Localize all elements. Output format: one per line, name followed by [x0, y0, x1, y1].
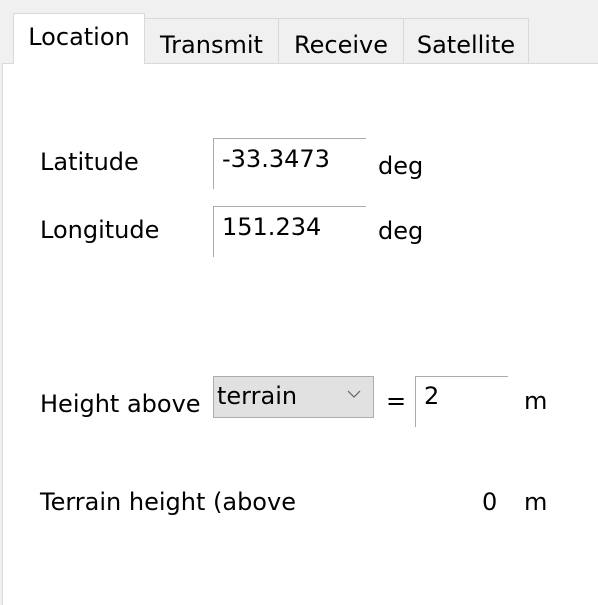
tab-bar: Location Transmit Receive Satellite: [0, 0, 598, 64]
tab-receive-label: Receive: [294, 30, 388, 59]
height-value-input[interactable]: 2: [415, 376, 508, 427]
latitude-label: Latitude: [40, 148, 139, 176]
height-above-label: Height above: [40, 390, 201, 418]
height-unit: m: [524, 387, 548, 415]
longitude-unit: deg: [378, 217, 424, 245]
tab-receive[interactable]: Receive: [278, 18, 404, 64]
height-reference-value: terrain: [217, 382, 298, 410]
tab-satellite[interactable]: Satellite: [403, 18, 529, 64]
tab-transmit[interactable]: Transmit: [144, 18, 279, 64]
tab-transmit-label: Transmit: [160, 30, 263, 59]
latitude-value: -33.3473: [222, 145, 330, 173]
latitude-unit: deg: [378, 152, 424, 180]
terrain-height-label: Terrain height (above: [40, 488, 296, 516]
tab-location[interactable]: Location: [13, 13, 145, 64]
terrain-height-value: 0: [482, 488, 498, 516]
latitude-input[interactable]: -33.3473: [213, 138, 366, 189]
height-value: 2: [424, 382, 440, 410]
tab-location-label: Location: [28, 23, 130, 51]
height-reference-dropdown[interactable]: terrain: [213, 376, 374, 418]
tab-satellite-label: Satellite: [416, 30, 516, 59]
terrain-height-unit: m: [524, 488, 548, 516]
longitude-input[interactable]: 151.234: [213, 206, 366, 257]
longitude-label: Longitude: [40, 216, 160, 244]
equals-sign: =: [386, 387, 407, 415]
chevron-down-icon: [347, 390, 361, 398]
longitude-value: 151.234: [222, 213, 322, 241]
